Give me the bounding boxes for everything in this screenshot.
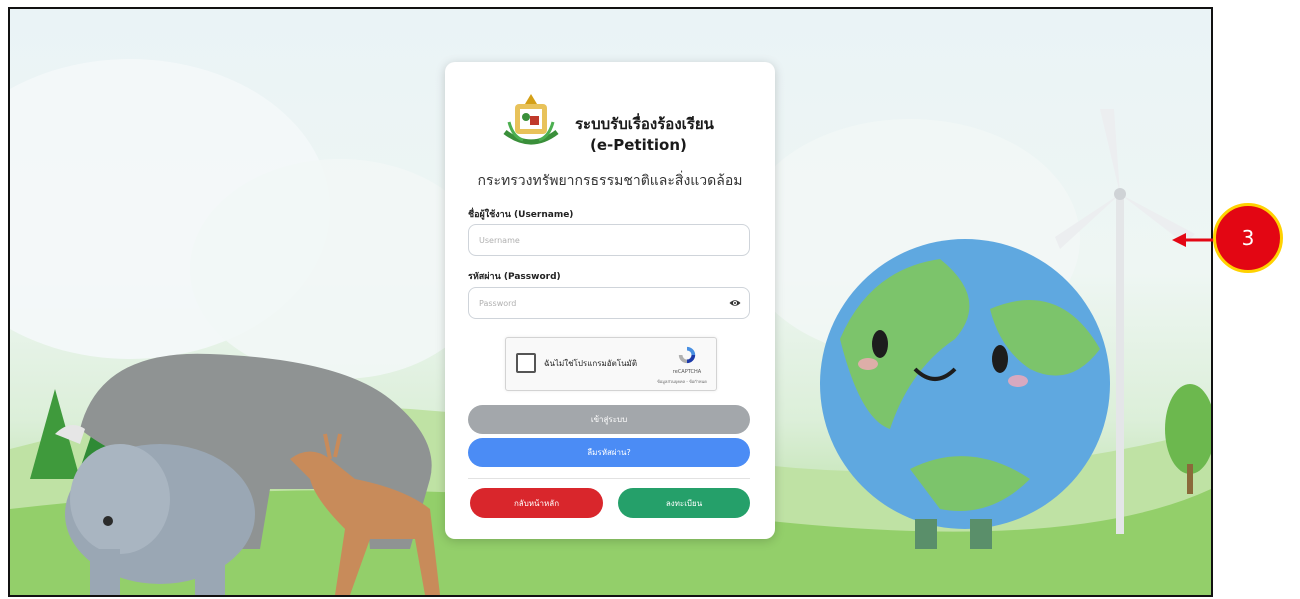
back-home-button[interactable]: กลับหน้าหลัก <box>470 488 603 518</box>
system-title: ระบบรับเรื่องร้องเรียน <box>575 115 714 133</box>
password-input[interactable] <box>468 287 750 319</box>
divider <box>468 478 750 479</box>
ministry-name: กระทรวงทรัพยากรธรรมชาติและสิ่งแวดล้อม <box>477 173 743 189</box>
recaptcha-brand: reCAPTCHA <box>672 369 702 375</box>
captcha-label: ฉันไม่ใช่โปรแกรมอัตโนมัติ <box>544 359 638 368</box>
recaptcha-logo-icon <box>678 346 696 364</box>
step-badge: 3 <box>1213 203 1283 273</box>
recaptcha-links[interactable]: ข้อมูลส่วนบุคคล - ข้อกำหนด <box>651 378 713 385</box>
username-label: ชื่อผู้ใช้งาน (Username) <box>468 210 574 220</box>
forgot-password-button[interactable]: ลืมรหัสผ่าน? <box>468 438 750 467</box>
ministry-emblem-logo <box>503 94 559 145</box>
register-button[interactable]: ลงทะเบียน <box>618 488 750 518</box>
username-input[interactable] <box>468 224 750 256</box>
captcha-checkbox[interactable] <box>516 353 536 373</box>
recaptcha-widget: ฉันไม่ใช่โปรแกรมอัตโนมัติ reCAPTCHA ข้อม… <box>505 337 717 391</box>
eye-icon[interactable] <box>729 297 741 309</box>
login-button[interactable]: เข้าสู่ระบบ <box>468 405 750 434</box>
login-card: ระบบรับเรื่องร้องเรียน (e-Petition) กระท… <box>445 62 775 539</box>
arrow-left-icon <box>1172 233 1216 247</box>
system-subtitle: (e-Petition) <box>590 136 687 154</box>
password-label: รหัสผ่าน (Password) <box>468 272 561 282</box>
